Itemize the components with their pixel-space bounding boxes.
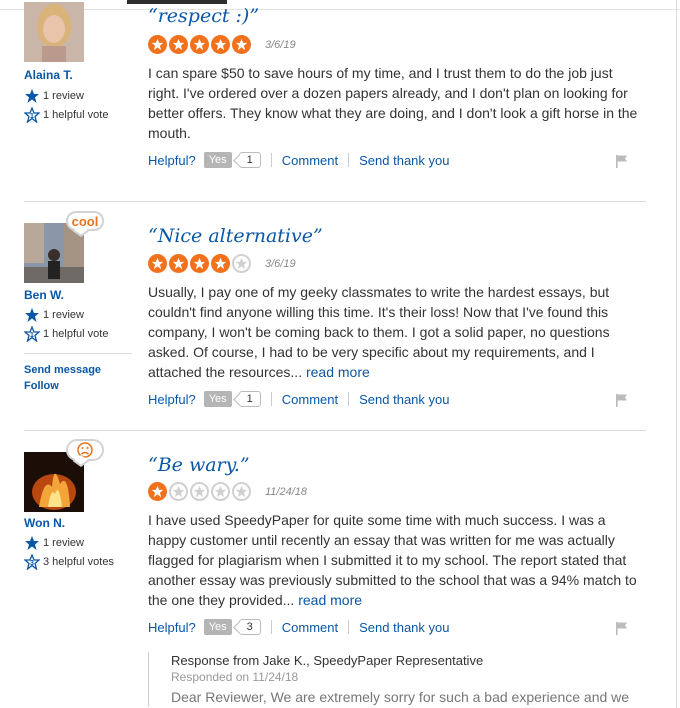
right-border xyxy=(676,0,677,708)
divider xyxy=(348,392,350,406)
company-response: Response from Jake K., SpeedyPaper Repre… xyxy=(148,652,648,707)
helpful-vote-count: 1 1 helpful vote xyxy=(24,326,108,342)
helpful-label: Helpful? xyxy=(148,391,196,407)
helpful-star-icon: 1 xyxy=(24,107,40,123)
send-thank-you-link[interactable]: Send thank you xyxy=(359,392,449,407)
review-title[interactable]: “respect :)” xyxy=(148,5,259,27)
filled-star-icon xyxy=(190,254,209,273)
review-title[interactable]: “Nice alternative” xyxy=(148,225,323,247)
rating-stars xyxy=(148,254,253,273)
divider xyxy=(270,620,272,634)
active-tab-indicator xyxy=(127,0,227,4)
svg-text:3: 3 xyxy=(30,560,34,567)
filled-star-icon xyxy=(232,35,251,54)
send-message-link[interactable]: Send message xyxy=(24,364,101,376)
flag-icon[interactable] xyxy=(615,154,629,168)
filled-star-icon xyxy=(169,35,188,54)
helpful-star-icon: 3 xyxy=(24,554,40,570)
reviewer-name[interactable]: Alaina T. xyxy=(24,68,73,82)
review-divider xyxy=(24,201,646,202)
star-icon xyxy=(25,536,39,550)
sad-face-icon xyxy=(77,442,93,458)
review-title[interactable]: “Be wary.” xyxy=(148,454,250,476)
review-actions: Helpful? Yes 3 Comment Send thank you xyxy=(148,619,450,635)
helpful-vote-count: 1 1 helpful vote xyxy=(24,107,108,123)
review-text: I can spare $50 to save hours of my time… xyxy=(148,65,638,141)
empty-star-icon xyxy=(211,482,230,501)
avatar[interactable] xyxy=(24,2,84,62)
empty-star-icon xyxy=(232,482,251,501)
send-thank-you-link[interactable]: Send thank you xyxy=(359,153,449,168)
helpful-vote-count: 3 3 helpful votes xyxy=(24,554,114,570)
filled-star-icon xyxy=(148,35,167,54)
yes-count: 1 xyxy=(238,391,261,407)
follow-link[interactable]: Follow xyxy=(24,380,59,392)
review-count: 1 review xyxy=(24,88,84,104)
star-icon xyxy=(25,89,39,103)
filled-star-icon xyxy=(190,35,209,54)
yes-button[interactable]: Yes xyxy=(203,152,232,168)
review-text: Usually, I pay one of my geeky classmate… xyxy=(148,284,610,380)
empty-star-icon xyxy=(232,254,251,273)
review-date: 11/24/18 xyxy=(265,486,308,498)
review-date: 3/6/19 xyxy=(265,39,296,51)
filled-star-icon xyxy=(148,254,167,273)
review-count: 1 review xyxy=(24,535,84,551)
reviewer-name[interactable]: Ben W. xyxy=(24,288,64,302)
helpful-star-icon: 1 xyxy=(24,326,40,342)
divider xyxy=(270,153,272,167)
helpful-label: Helpful? xyxy=(148,619,196,635)
yes-button[interactable]: Yes xyxy=(203,619,232,635)
rating-stars xyxy=(148,35,253,54)
filled-star-icon xyxy=(169,254,188,273)
sad-badge xyxy=(66,439,104,461)
filled-star-icon xyxy=(211,254,230,273)
empty-star-icon xyxy=(169,482,188,501)
review-count: 1 review xyxy=(24,307,84,323)
filled-star-icon xyxy=(148,482,167,501)
yes-count: 3 xyxy=(238,619,261,635)
response-text: Dear Reviewer, We are extremely sorry fo… xyxy=(171,689,630,705)
yes-button[interactable]: Yes xyxy=(203,391,232,407)
review-text: I have used SpeedyPaper for quite some t… xyxy=(148,512,637,608)
profile-divider xyxy=(24,353,132,354)
comment-link[interactable]: Comment xyxy=(282,153,338,168)
divider xyxy=(270,392,272,406)
top-bar xyxy=(0,0,680,10)
response-date: Responded on 11/24/18 xyxy=(171,670,299,684)
flag-icon[interactable] xyxy=(615,393,629,407)
star-icon xyxy=(25,308,39,322)
reviewer-name[interactable]: Won N. xyxy=(24,516,65,530)
comment-link[interactable]: Comment xyxy=(282,620,338,635)
divider xyxy=(348,620,350,634)
send-thank-you-link[interactable]: Send thank you xyxy=(359,620,449,635)
flag-icon[interactable] xyxy=(615,621,629,635)
rating-stars xyxy=(148,482,253,501)
helpful-label: Helpful? xyxy=(148,152,196,168)
response-header: Response from Jake K., SpeedyPaper Repre… xyxy=(171,653,484,668)
yes-count: 1 xyxy=(238,152,261,168)
review-date: 3/6/19 xyxy=(265,258,296,270)
cool-badge: cool xyxy=(66,211,104,231)
svg-text:1: 1 xyxy=(30,113,34,120)
filled-star-icon xyxy=(211,35,230,54)
review-actions: Helpful? Yes 1 Comment Send thank you xyxy=(148,152,450,168)
read-more-link[interactable]: read more xyxy=(306,364,370,380)
review-divider xyxy=(24,430,646,431)
read-more-link[interactable]: read more xyxy=(298,592,362,608)
comment-link[interactable]: Comment xyxy=(282,392,338,407)
empty-star-icon xyxy=(190,482,209,501)
svg-text:1: 1 xyxy=(30,332,34,339)
divider xyxy=(348,153,350,167)
review-actions: Helpful? Yes 1 Comment Send thank you xyxy=(148,391,450,407)
